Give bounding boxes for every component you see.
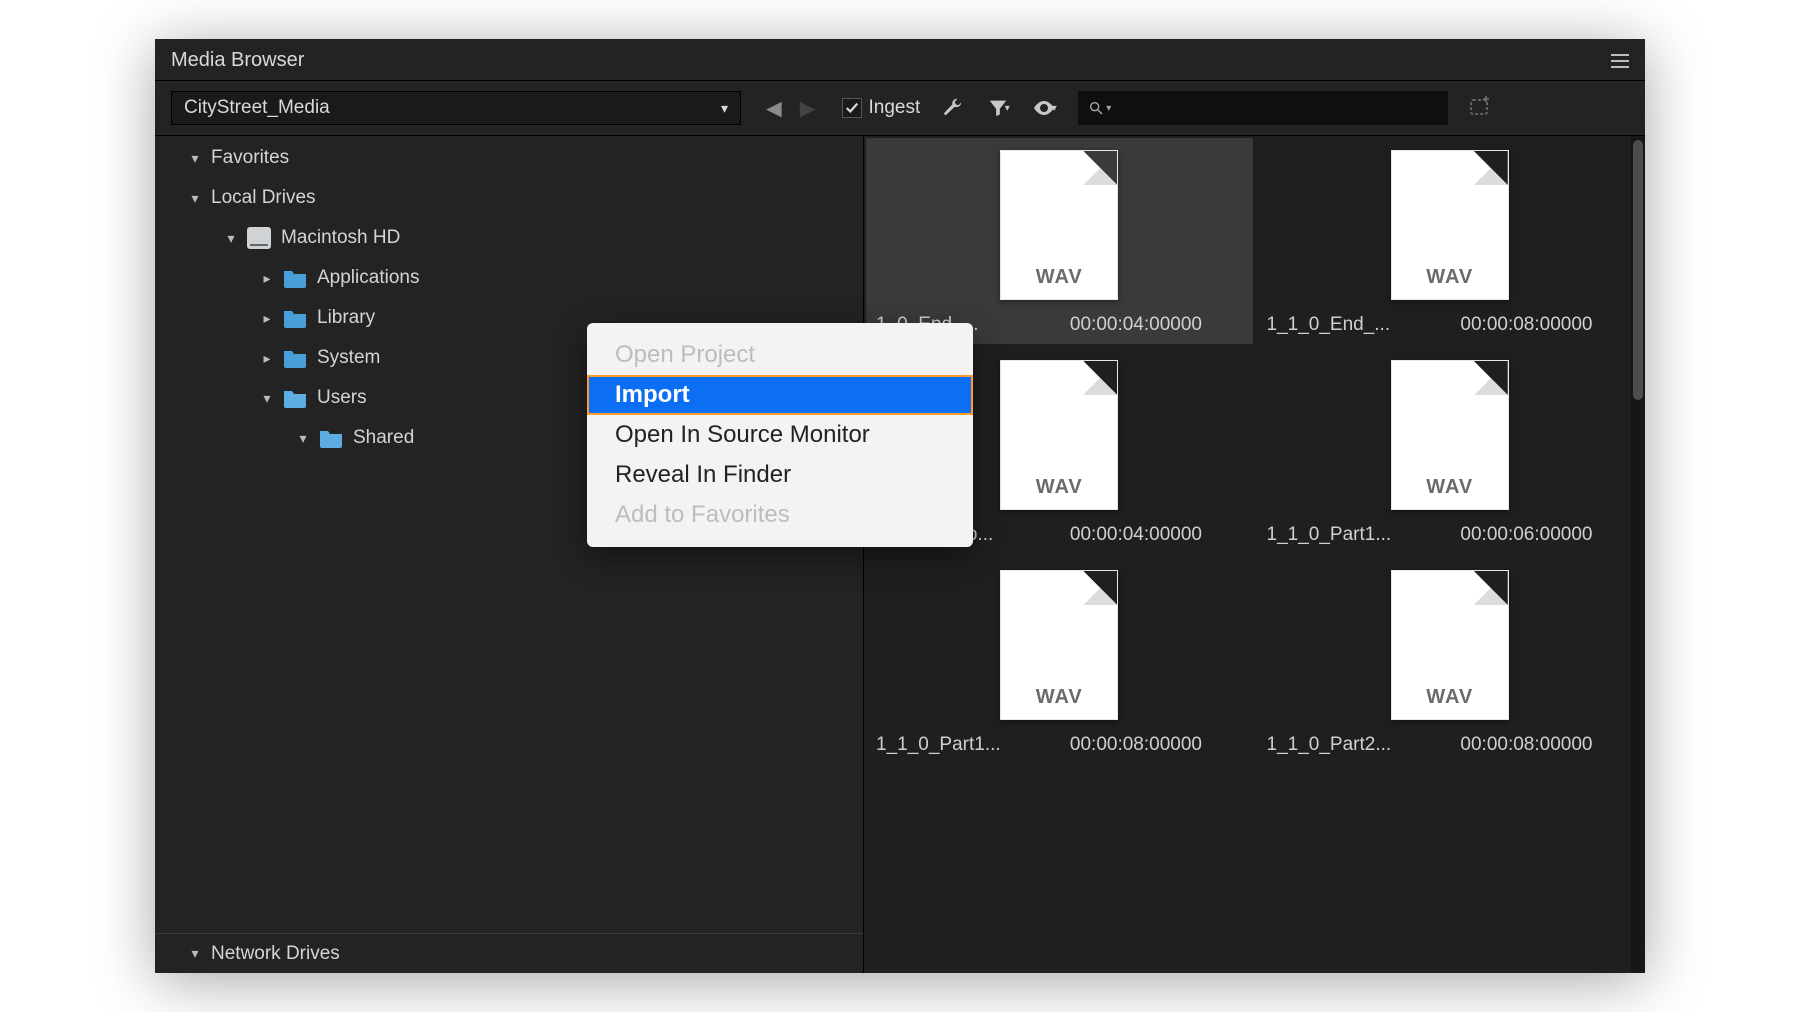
file-name: 1_1_0_End_...: [1267, 314, 1443, 336]
file-format-label: WAV: [1001, 686, 1117, 709]
tree-item-drive[interactable]: ▾ Macintosh HD: [155, 218, 863, 258]
ingest-label: Ingest: [868, 97, 920, 119]
back-button[interactable]: ◄: [761, 95, 787, 121]
panel-menu-icon[interactable]: [1611, 54, 1629, 68]
music-note-icon: [1414, 379, 1486, 451]
chevron-down-icon: ▾: [221, 230, 241, 247]
panel-titlebar: Media Browser: [155, 39, 1645, 81]
filter-icon[interactable]: ▾: [984, 94, 1012, 122]
ctx-reveal-finder[interactable]: Reveal In Finder: [587, 455, 973, 495]
media-browser-panel: Media Browser CityStreet_Media ▾ ◄ ► Ing…: [155, 39, 1645, 973]
chevron-down-icon: ▾: [185, 150, 205, 167]
sidebar-section-local-drives[interactable]: ▾ Local Drives: [155, 178, 863, 218]
music-note-icon: [1414, 169, 1486, 241]
ingest-checkbox[interactable]: [842, 98, 862, 118]
file-duration: 00:00:08:00000: [1460, 734, 1633, 756]
file-duration: 00:00:08:00000: [1460, 314, 1633, 336]
chevron-right-icon: ▸: [257, 350, 277, 367]
file-thumbnail: WAV: [1391, 150, 1509, 300]
location-dropdown[interactable]: CityStreet_Media ▾: [171, 91, 741, 125]
music-note-icon: [1414, 589, 1486, 661]
sidebar-section-network-drives[interactable]: ▾ Network Drives: [155, 933, 863, 973]
sidebar: ▾ Favorites ▾ Local Drives ▾ Macintosh H…: [155, 136, 863, 973]
chevron-down-icon: ▾: [721, 100, 728, 117]
nav-arrows: ◄ ►: [761, 95, 820, 121]
content-grid-area: WAV1_0_End_...00:00:04:00000WAV1_1_0_End…: [863, 136, 1645, 973]
file-item[interactable]: WAV 1_1_0_Part2... 00:00:08:00000: [1257, 558, 1644, 764]
forward-button[interactable]: ►: [795, 95, 821, 121]
file-format-label: WAV: [1392, 476, 1508, 499]
chevron-down-icon: ▾: [185, 190, 205, 207]
file-item[interactable]: WAV 1_1_0_Part1... 00:00:06:00000: [1257, 348, 1644, 554]
file-thumbnail: WAV: [1391, 360, 1509, 510]
file-duration: 00:00:06:00000: [1460, 524, 1633, 546]
chevron-down-icon: ▾: [185, 945, 205, 962]
wrench-icon[interactable]: [938, 94, 966, 122]
ctx-open-source-monitor[interactable]: Open In Source Monitor: [587, 415, 973, 455]
ctx-import[interactable]: Import: [587, 375, 973, 415]
file-duration: 00:00:04:00000: [1070, 524, 1243, 546]
chevron-down-icon: ▾: [293, 430, 313, 447]
file-thumbnail: WAV: [1000, 360, 1118, 510]
file-name: 1_1_0_Part1...: [876, 734, 1052, 756]
scrollbar[interactable]: [1631, 136, 1645, 973]
file-name: 1_1_0_Part2...: [1267, 734, 1443, 756]
file-name: 1_1_0_Part1...: [1267, 524, 1443, 546]
file-format-label: WAV: [1392, 266, 1508, 289]
file-thumbnail: WAV: [1391, 570, 1509, 720]
scrollbar-thumb[interactable]: [1633, 140, 1643, 400]
ctx-add-favorites[interactable]: Add to Favorites: [587, 495, 973, 535]
hard-drive-icon: [247, 227, 271, 249]
file-duration: 00:00:08:00000: [1070, 734, 1243, 756]
music-note-icon: [1023, 379, 1095, 451]
file-thumbnail: WAV: [1000, 570, 1118, 720]
file-format-label: WAV: [1001, 476, 1117, 499]
file-thumbnail: WAV: [1000, 150, 1118, 300]
file-format-label: WAV: [1001, 266, 1117, 289]
folder-icon: [319, 427, 343, 449]
eye-icon[interactable]: ▾: [1030, 94, 1058, 122]
file-item[interactable]: WAV1_0_End_...00:00:04:00000: [866, 138, 1253, 344]
ctx-open-project[interactable]: Open Project: [587, 335, 973, 375]
ingest-checkbox-wrap[interactable]: Ingest: [842, 97, 920, 119]
chevron-right-icon: ▸: [257, 310, 277, 327]
toolbar: CityStreet_Media ▾ ◄ ► Ingest ▾ ▾ ▾: [155, 81, 1645, 136]
dropdown-value: CityStreet_Media: [184, 97, 330, 119]
tree-item-applications[interactable]: ▸ Applications: [155, 258, 863, 298]
chevron-down-icon: ▾: [257, 390, 277, 407]
file-duration: 00:00:04:00000: [1070, 314, 1243, 336]
chevron-right-icon: ▸: [257, 270, 277, 287]
music-note-icon: [1023, 589, 1095, 661]
file-format-label: WAV: [1392, 686, 1508, 709]
file-item[interactable]: WAV 1_1_0_Part1... 00:00:08:00000: [866, 558, 1253, 764]
folder-icon: [283, 307, 307, 329]
music-note-icon: [1023, 169, 1095, 241]
new-bin-icon[interactable]: [1468, 94, 1496, 122]
search-input[interactable]: ▾: [1078, 91, 1448, 125]
folder-icon: [283, 387, 307, 409]
folder-icon: [283, 347, 307, 369]
panel-title: Media Browser: [171, 49, 304, 72]
file-item[interactable]: WAV 1_1_0_End_... 00:00:08:00000: [1257, 138, 1644, 344]
folder-icon: [283, 267, 307, 289]
context-menu: Open Project Import Open In Source Monit…: [587, 323, 973, 547]
sidebar-section-favorites[interactable]: ▾ Favorites: [155, 138, 863, 178]
